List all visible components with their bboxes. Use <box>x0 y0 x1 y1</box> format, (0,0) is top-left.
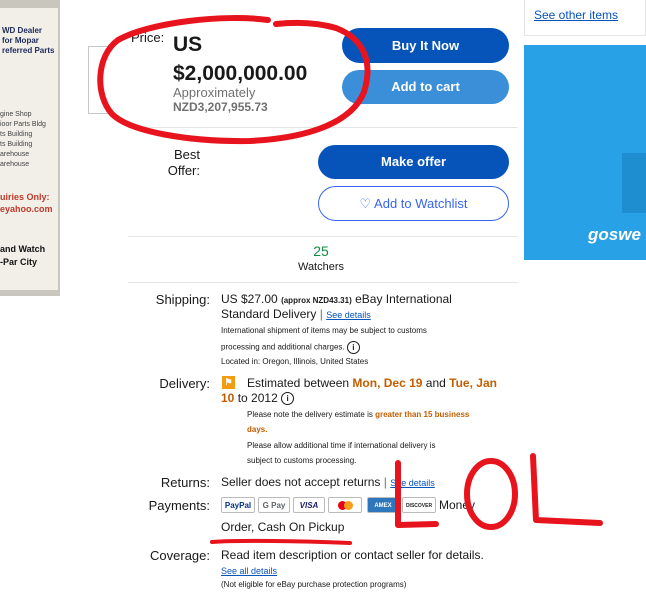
annotation-overlay <box>97 15 603 545</box>
underline-annotation <box>210 538 352 545</box>
price-circle-annotation <box>97 15 371 145</box>
lol-annotation <box>395 453 603 530</box>
